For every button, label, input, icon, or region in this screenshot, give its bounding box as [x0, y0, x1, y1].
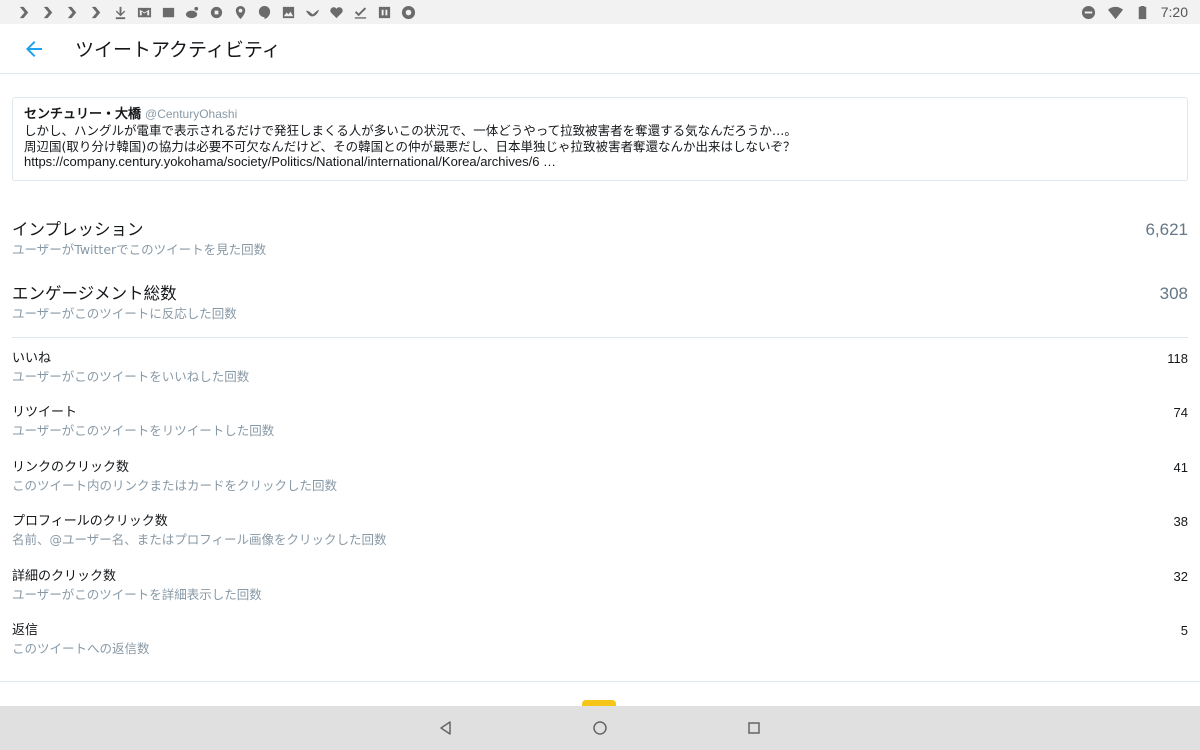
metric-description: ユーザーがこのツイートを詳細表示した回数: [12, 587, 262, 602]
home-circle-icon: [593, 721, 607, 735]
battery-icon: [1134, 4, 1151, 21]
metric-value: 32: [1173, 569, 1188, 584]
replies-metric: 返信 このツイートへの返信数 5: [12, 622, 1188, 658]
bird-icon: [304, 4, 321, 21]
app-icon: [88, 4, 105, 21]
metric-value: 6,621: [1145, 220, 1188, 239]
author-handle: @CenturyOhashi: [145, 107, 238, 121]
page-title: ツイートアクティビティ: [75, 39, 281, 61]
metric-value: 308: [1159, 284, 1188, 303]
arrow-left-icon: [26, 40, 42, 57]
weibo-icon: [184, 4, 201, 21]
tweet-header: センチュリー・大橋 @CenturyOhashi: [24, 106, 1176, 123]
app-icon: [208, 4, 225, 21]
tweet-text-line: しかし、ハングルが電車で表示されるだけで発狂しまくる人が多いこの状況で、一体どう…: [24, 123, 797, 138]
retweets-metric: リツイート ユーザーがこのツイートをリツイートした回数 74: [12, 404, 1188, 440]
metric-description: このツイート内のリンクまたはカードをクリックした回数: [12, 478, 338, 493]
check-icon: [352, 4, 369, 21]
photo-icon: [160, 4, 177, 21]
metric-label: いいね: [12, 351, 52, 366]
image-icon: [280, 4, 297, 21]
metric-value: 41: [1173, 460, 1188, 475]
author-name: センチュリー・大橋: [24, 107, 142, 122]
metric-label: 詳細のクリック数: [12, 569, 117, 584]
tweet-card[interactable]: センチュリー・大橋 @CenturyOhashi しかし、ハングルが電車で表示さ…: [12, 97, 1188, 181]
metric-value: 38: [1173, 514, 1188, 529]
wifi-icon: [1107, 4, 1124, 21]
maps-icon: [232, 4, 249, 21]
metric-label: プロフィールのクリック数: [12, 514, 168, 529]
metric-description: ユーザーがこのツイートをいいねした回数: [12, 369, 250, 384]
metric-description: 名前、@ユーザー名、またはプロフィール画像をクリックした回数: [12, 532, 387, 547]
status-clock: 7:20: [1160, 4, 1188, 20]
profile-clicks-metric: プロフィールのクリック数 名前、@ユーザー名、またはプロフィール画像をクリックし…: [12, 513, 1188, 549]
system-status: 7:20: [1080, 4, 1188, 21]
tweet-link[interactable]: https://company.century.yokohama/society…: [24, 154, 1176, 170]
app-bar: ツイートアクティビティ: [0, 24, 1200, 74]
do-not-disturb-icon: [1080, 4, 1097, 21]
engagements-metric: エンゲージメント総数 ユーザーがこのツイートに反応した回数 308: [12, 283, 1188, 323]
navigation-bar: [0, 706, 1200, 750]
metric-label: リツイート: [12, 405, 78, 420]
app-icon: [64, 4, 81, 21]
app-icon: [376, 4, 393, 21]
metric-description: ユーザーがTwitterでこのツイートを見た回数: [12, 242, 267, 257]
bottom-divider: [0, 681, 1200, 682]
metric-description: ユーザーがこのツイートをリツイートした回数: [12, 423, 275, 438]
metric-label: 返信: [12, 623, 39, 638]
status-bar: 7:20: [0, 0, 1200, 24]
metric-description: このツイートへの返信数: [12, 641, 150, 656]
detail-expands-metric: 詳細のクリック数 ユーザーがこのツイートを詳細表示した回数 32: [12, 568, 1188, 604]
metric-value: 118: [1167, 351, 1188, 366]
nav-recents-button[interactable]: [736, 710, 772, 746]
hangouts-icon: [256, 4, 273, 21]
likes-metric: いいね ユーザーがこのツイートをいいねした回数 118: [12, 350, 1188, 386]
impressions-metric: インプレッション ユーザーがTwitterでこのツイートを見た回数 6,621: [12, 219, 1188, 259]
back-triangle-icon: [440, 721, 451, 735]
metric-label: エンゲージメント総数: [12, 284, 177, 303]
metric-label: リンクのクリック数: [12, 460, 130, 475]
app-icon: [40, 4, 57, 21]
nav-home-button[interactable]: [582, 710, 618, 746]
recents-square-icon: [748, 722, 760, 734]
tweet-text-line: 周辺国(取り分け韓国)の協力は必要不可欠なんだけど、その韓国との仲が最悪だし、日…: [24, 138, 796, 154]
heart-icon: [328, 4, 345, 21]
back-button[interactable]: [14, 29, 54, 69]
notification-icons: [16, 4, 417, 21]
link-clicks-metric: リンクのクリック数 このツイート内のリンクまたはカードをクリックした回数 41: [12, 459, 1188, 495]
section-divider: [12, 337, 1188, 338]
download-icon: [112, 4, 129, 21]
metric-description: ユーザーがこのツイートに反応した回数: [12, 306, 237, 321]
app-icon: [16, 4, 33, 21]
metric-value: 5: [1180, 623, 1188, 638]
nav-back-button[interactable]: [428, 710, 464, 746]
metric-value: 74: [1173, 405, 1188, 420]
metric-label: インプレッション: [12, 220, 144, 239]
chrome-icon: [400, 4, 417, 21]
gmail-icon: [136, 4, 153, 21]
